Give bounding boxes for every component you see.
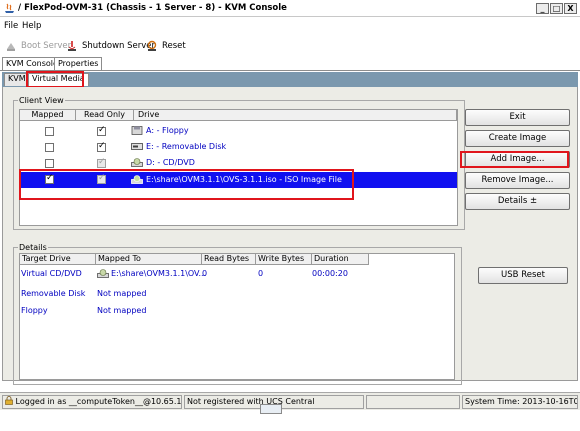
maximize-button[interactable]: □: [550, 3, 563, 14]
boot-icon: [7, 43, 15, 51]
drive-label: A: - Floppy: [146, 126, 189, 135]
resize-grip[interactable]: [260, 404, 282, 414]
lock-icon: [5, 396, 13, 405]
mapped-checkbox[interactable]: [45, 127, 54, 136]
drive-label: E: - Removable Disk: [146, 142, 227, 151]
read-only-checkbox[interactable]: [97, 141, 106, 152]
floppy-icon: [131, 126, 143, 135]
duration-cell: 00:00:20: [312, 269, 348, 278]
write-bytes-cell: 0: [258, 269, 264, 278]
remove-image-button[interactable]: Remove Image...: [465, 172, 570, 189]
details-table[interactable]: Target Drive Mapped To Read Bytes Write …: [19, 253, 455, 380]
tab-virtual-media[interactable]: Virtual Media: [28, 73, 89, 86]
column-header-target-drive[interactable]: Target Drive: [20, 254, 96, 265]
title-bar: / FlexPod-OVM-31 (Chassis - 1 Server - 8…: [0, 0, 580, 17]
add-image-button[interactable]: Add Image...: [465, 151, 570, 168]
reset-icon: [147, 40, 157, 51]
cd-dvd-icon: [97, 269, 109, 278]
tab-properties[interactable]: Properties: [54, 57, 103, 71]
column-header-mapped-to[interactable]: Mapped To: [96, 254, 202, 265]
table-row-selected[interactable]: E:\share\OVM3.1.1\OVS-3.1.1.iso - ISO Im…: [20, 172, 457, 188]
target-drive-cell: Floppy: [21, 306, 48, 315]
system-time: System Time: 2013-10-16T04:12: [462, 395, 578, 409]
boot-server-button[interactable]: Boot Server: [5, 39, 71, 53]
target-drive-cell: Removable Disk: [21, 289, 86, 298]
read-bytes-cell: 0: [202, 269, 208, 278]
cd-dvd-icon: [131, 158, 143, 167]
tab-divider: [0, 70, 580, 71]
iso-image-icon: [131, 175, 143, 184]
status-cell-empty: [366, 395, 460, 409]
shutdown-server-button[interactable]: Shutdown Server: [66, 39, 155, 53]
login-status-text: Logged in as __computeToken__@10.65.121.…: [15, 397, 182, 406]
drive-label: D: - CD/DVD: [146, 158, 195, 167]
read-only-checkbox[interactable]: [97, 173, 106, 184]
java-icon: [5, 3, 14, 13]
shutdown-server-label: Shutdown Server: [82, 41, 156, 51]
minimize-button[interactable]: _: [536, 3, 549, 14]
window-title: / FlexPod-OVM-31 (Chassis - 1 Server - 8…: [18, 3, 287, 13]
tab-kvm[interactable]: KVM: [4, 73, 30, 86]
create-image-button[interactable]: Create Image: [465, 130, 570, 147]
client-view-label: Client View: [18, 96, 65, 105]
column-header-mapped[interactable]: Mapped: [20, 110, 76, 121]
drive-label: E:\share\OVM3.1.1\OVS-3.1.1.iso - ISO Im…: [146, 175, 342, 184]
reset-button[interactable]: Reset: [146, 39, 186, 53]
mapped-to-cell: Not mapped: [97, 306, 147, 315]
close-button[interactable]: X: [564, 3, 577, 14]
mapped-to-cell: Not mapped: [97, 289, 147, 298]
details-button[interactable]: Details ±: [465, 193, 570, 210]
column-header-drive[interactable]: Drive: [134, 110, 457, 121]
shutdown-icon: [68, 41, 76, 51]
mapped-checkbox[interactable]: [45, 159, 54, 168]
target-drive-cell: Virtual CD/DVD: [21, 269, 82, 278]
column-header-duration[interactable]: Duration: [312, 254, 369, 265]
mapped-to-cell: E:\share\OVM3.1.1\OV...: [111, 269, 207, 278]
read-only-checkbox[interactable]: [97, 157, 106, 168]
boot-server-label: Boot Server: [21, 41, 72, 51]
mapped-checkbox[interactable]: [45, 173, 54, 184]
reset-label: Reset: [162, 41, 186, 51]
usb-reset-button[interactable]: USB Reset: [478, 267, 568, 284]
login-status: Logged in as __computeToken__@10.65.121.…: [2, 395, 182, 409]
menu-file[interactable]: File: [4, 21, 18, 31]
table-row[interactable]: D: - CD/DVD: [20, 155, 457, 171]
exit-button[interactable]: Exit: [465, 109, 570, 126]
details-label: Details: [18, 243, 48, 252]
table-row[interactable]: A: - Floppy: [20, 123, 457, 139]
table-row[interactable]: E: - Removable Disk: [20, 139, 457, 155]
menu-help[interactable]: Help: [22, 21, 41, 31]
status-bar: Logged in as __computeToken__@10.65.121.…: [0, 392, 580, 410]
tab-kvm-console[interactable]: KVM Console: [2, 57, 62, 71]
client-view-table[interactable]: Mapped Read Only Drive A: - Floppy E: - …: [19, 109, 458, 226]
mapped-checkbox[interactable]: [45, 143, 54, 152]
read-only-checkbox[interactable]: [97, 125, 106, 136]
column-header-read-bytes[interactable]: Read Bytes: [202, 254, 256, 265]
column-header-write-bytes[interactable]: Write Bytes: [256, 254, 312, 265]
removable-disk-icon: [131, 143, 143, 150]
column-header-read-only[interactable]: Read Only: [76, 110, 134, 121]
